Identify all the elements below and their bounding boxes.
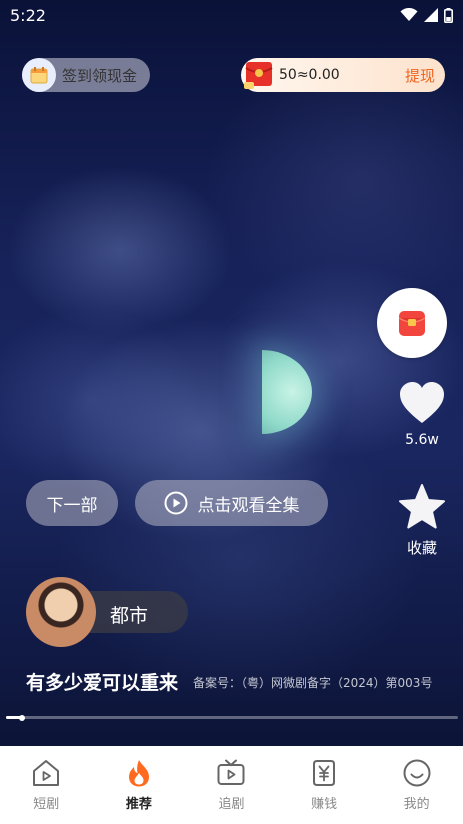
play-house-icon [33,760,60,786]
genre-label: 都市 [110,605,149,627]
wifi-icon [400,8,418,21]
tab-label: 赚钱 [311,797,338,812]
tab-label: 推荐 [125,797,152,812]
red-packet-button[interactable] [377,288,447,358]
favorite-label: 收藏 [406,539,437,557]
like-button[interactable] [396,378,448,428]
heart-icon [400,382,444,423]
watch-all-label: 点击观看全集 [197,495,300,516]
wallet-pill[interactable]: 50≈0.00 提现 [241,58,445,92]
progress-knob[interactable] [18,714,25,721]
withdraw-button[interactable]: 提现 [405,65,435,86]
status-bar: 5:22 [0,0,463,30]
favorite-button[interactable] [396,482,448,532]
red-envelope-icon [243,58,275,92]
star-icon [399,484,445,529]
checkin-label: 签到领现金 [62,66,138,85]
tv-icon [217,759,245,785]
progress-bar[interactable] [6,714,458,721]
tab-label: 我的 [403,797,430,812]
tab-label: 短剧 [33,797,60,812]
tab-profile[interactable]: 我的 [370,746,463,824]
calendar-icon [22,58,56,92]
like-count: 5.6w [405,432,439,448]
next-drama-button[interactable]: 下一部 [26,480,118,526]
drama-title: 有多少爱可以重来 [26,672,179,694]
yuan-icon [313,760,336,786]
play-circle-icon [164,491,187,515]
wallet-amount: 50≈0.00 [279,67,340,83]
moon-image [262,350,312,434]
tab-follow[interactable]: 追剧 [185,746,278,824]
smiley-icon [403,759,431,787]
tab-recommend[interactable]: 推荐 [93,746,186,824]
status-time: 5:22 [10,5,46,25]
tab-label: 追剧 [218,797,245,812]
watch-all-button[interactable]: 点击观看全集 [135,480,328,526]
drama-cover-avatar[interactable] [26,577,96,647]
tab-earn[interactable]: 赚钱 [278,746,371,824]
next-drama-label: 下一部 [46,495,98,516]
bottom-tab-bar: 短剧 推荐 追剧 赚钱 我的 [0,746,463,824]
battery-icon [444,7,453,23]
record-number: 备案号：（粤）网微剧备字（2024）第003号 [193,676,433,690]
checkin-button[interactable]: 签到领现金 [22,58,150,92]
tab-short-drama[interactable]: 短剧 [0,746,93,824]
red-packet-icon [398,311,426,336]
signal-icon [424,8,438,22]
status-icons [400,7,453,23]
flame-icon [128,760,149,787]
